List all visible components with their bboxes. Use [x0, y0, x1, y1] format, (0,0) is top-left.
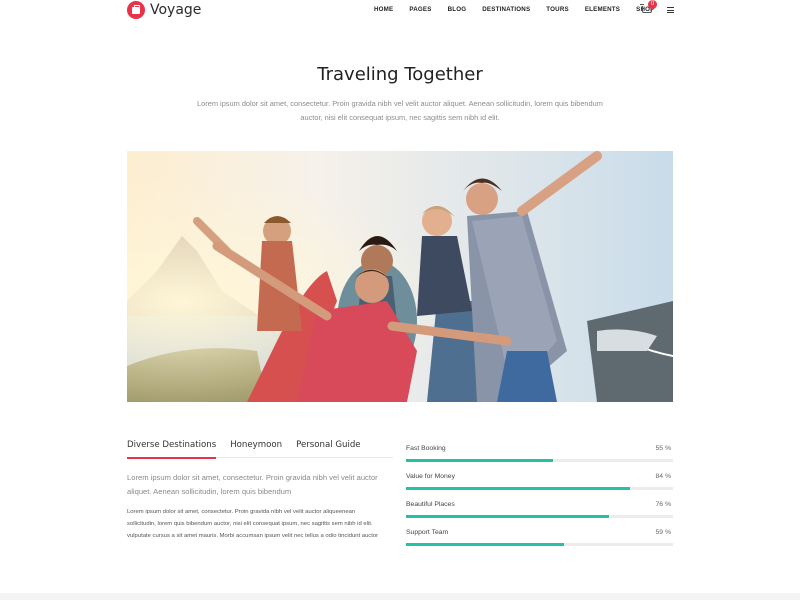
- site-logo[interactable]: Voyage: [127, 1, 201, 19]
- tab-bar: Diverse Destinations Honeymoon Personal …: [127, 440, 393, 459]
- tab-lead-text: Lorem ipsum dolor sit amet, consectetur.…: [127, 473, 378, 496]
- progress-percent: 76 %: [655, 501, 672, 508]
- progress-item: Support Team 59 %: [406, 529, 673, 557]
- progress-track: [406, 459, 673, 462]
- progress-percent: 55 %: [655, 445, 672, 452]
- cart-count-badge: 0: [648, 0, 657, 9]
- progress-label: Beautiful Places: [406, 501, 455, 508]
- camera-bag-icon: [127, 1, 145, 19]
- progress-item: Fast Booking 55 %: [406, 445, 673, 473]
- progress-percent: 59 %: [655, 529, 672, 536]
- nav-item-pages[interactable]: PAGES: [409, 6, 431, 13]
- progress-percent: 84 %: [655, 473, 672, 480]
- progress-fill: [406, 515, 609, 518]
- nav-item-tours[interactable]: TOURS: [546, 6, 569, 13]
- progress-track: [406, 543, 673, 546]
- site-header: Voyage HOME PAGES BLOG DESTINATIONS TOUR…: [0, 0, 800, 24]
- progress-track: [406, 487, 673, 490]
- nav-item-destinations[interactable]: DESTINATIONS: [482, 6, 530, 13]
- group-of-friends-photo: [127, 151, 673, 402]
- progress-label: Support Team: [406, 529, 449, 536]
- footer-band: [0, 593, 800, 600]
- progress-item: Value for Money 84 %: [406, 473, 673, 501]
- nav-item-blog[interactable]: BLOG: [448, 6, 467, 13]
- progress-fill: [406, 459, 553, 462]
- tab-diverse-destinations[interactable]: Diverse Destinations: [127, 440, 217, 459]
- progress-fill: [406, 487, 631, 490]
- progress-label: Fast Booking: [406, 445, 446, 452]
- nav-item-elements[interactable]: ELEMENTS: [585, 6, 620, 13]
- skills-progress-list: Fast Booking 55 % Value for Money 84 % B…: [406, 445, 673, 557]
- progress-track: [406, 515, 673, 518]
- hero-photo: [127, 151, 673, 402]
- progress-item: Beautiful Places 76 %: [406, 501, 673, 529]
- tab-honeymoon[interactable]: Honeymoon: [230, 440, 282, 458]
- brand-name: Voyage: [150, 2, 202, 18]
- progress-fill: [406, 543, 564, 546]
- section-title: Traveling Together: [317, 64, 483, 85]
- progress-label: Value for Money: [406, 473, 455, 480]
- nav-item-home[interactable]: HOME: [374, 6, 393, 13]
- tab-body-text: Lorem ipsum dolor sit amet, consectetur.…: [127, 509, 379, 539]
- tab-personal-guide[interactable]: Personal Guide: [296, 440, 361, 458]
- main-navigation: HOME PAGES BLOG DESTINATIONS TOURS ELEME…: [374, 6, 670, 13]
- cart-button[interactable]: 0: [640, 0, 657, 18]
- hamburger-menu-icon[interactable]: [667, 7, 674, 13]
- section-intro-text: Lorem ipsum dolor sit amet, consectetur.…: [197, 99, 603, 122]
